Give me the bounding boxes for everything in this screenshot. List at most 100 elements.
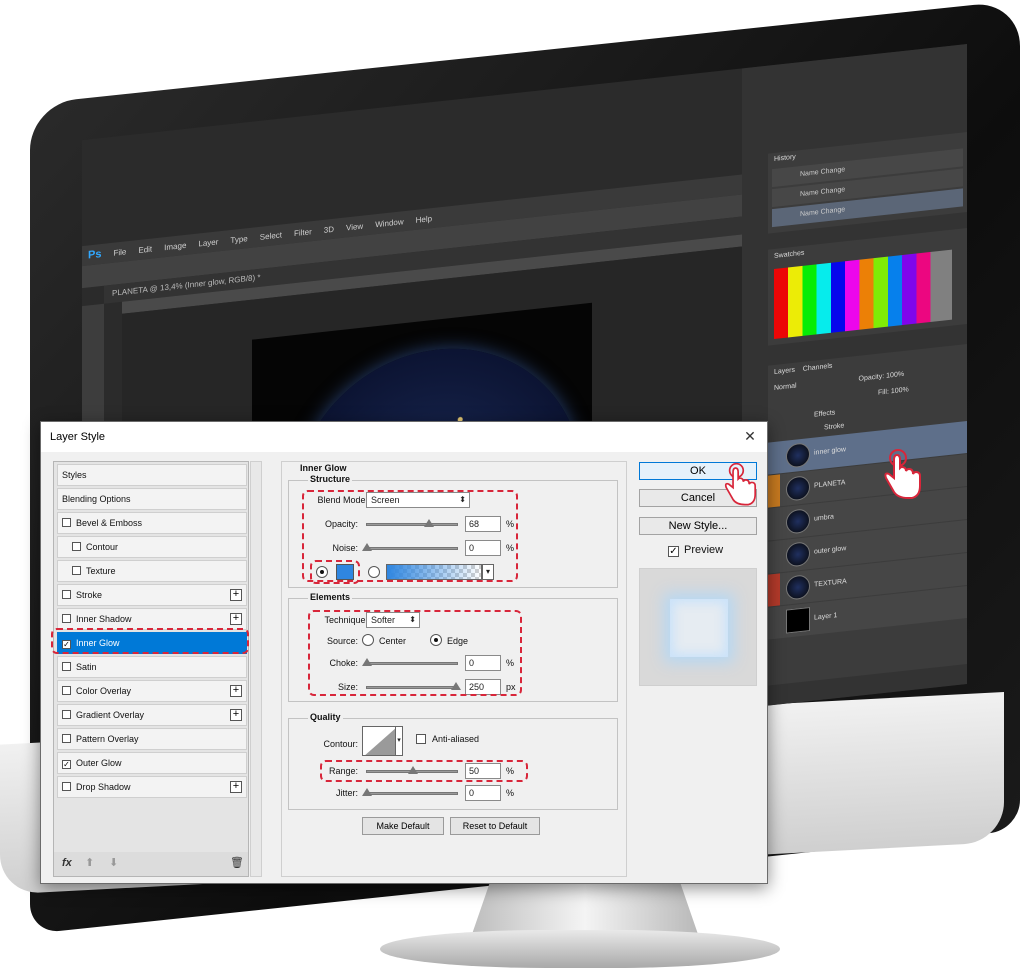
style-item-outer-glow[interactable]: ✓ Outer Glow bbox=[57, 752, 247, 774]
jitter-unit: % bbox=[506, 788, 515, 798]
make-default-button[interactable]: Make Default bbox=[362, 817, 444, 835]
preview-thumbnail bbox=[639, 568, 757, 686]
arrow-down-icon[interactable]: ⬇ bbox=[109, 856, 118, 869]
style-item-label: Outer Glow bbox=[76, 758, 122, 768]
menu-file[interactable]: File bbox=[113, 247, 126, 257]
dialog-title: Layer Style bbox=[50, 431, 106, 443]
preview-toggle[interactable]: ✓ Preview bbox=[668, 544, 723, 557]
style-list-scrollbar[interactable] bbox=[250, 461, 262, 877]
menu-filter[interactable]: Filter bbox=[294, 227, 312, 238]
jitter-slider-thumb[interactable] bbox=[362, 788, 372, 796]
contour-preview[interactable] bbox=[362, 726, 396, 756]
layer-fill[interactable]: 100% bbox=[891, 386, 909, 395]
style-item-blending-options[interactable]: Blending Options bbox=[57, 488, 247, 510]
layer-thumbnail bbox=[786, 574, 810, 601]
menu-image[interactable]: Image bbox=[164, 240, 186, 251]
menu-view[interactable]: View bbox=[346, 221, 363, 232]
preview-glow-square bbox=[670, 599, 728, 657]
style-checkbox[interactable] bbox=[62, 710, 71, 719]
new-style-button[interactable]: New Style... bbox=[639, 517, 757, 535]
style-item-label: Satin bbox=[76, 662, 97, 672]
hand-pointer-icon bbox=[884, 449, 921, 499]
style-item-label: Texture bbox=[86, 566, 116, 576]
style-item-stroke[interactable]: Stroke + bbox=[57, 584, 247, 606]
add-icon[interactable]: + bbox=[230, 709, 242, 721]
annotation-highlight bbox=[51, 628, 249, 654]
hand-pointer-icon bbox=[724, 462, 757, 506]
menu-window[interactable]: Window bbox=[375, 217, 403, 229]
trash-icon[interactable]: 🗑 bbox=[230, 856, 244, 869]
style-checkbox[interactable]: ✓ bbox=[62, 760, 71, 769]
menu-help[interactable]: Help bbox=[416, 214, 432, 225]
style-checkbox[interactable] bbox=[72, 542, 81, 551]
layer-opacity[interactable]: 100% bbox=[886, 371, 904, 380]
monitor-stand-base bbox=[380, 930, 780, 968]
style-item-bevel-emboss[interactable]: Bevel & Emboss bbox=[57, 512, 247, 534]
layer-thumbnail bbox=[786, 475, 810, 502]
layer-fill-label: Fill: bbox=[878, 388, 889, 397]
style-item-styles[interactable]: Styles bbox=[57, 464, 247, 486]
layer-name: Layer 1 bbox=[814, 612, 838, 622]
reset-default-button[interactable]: Reset to Default bbox=[450, 817, 540, 835]
close-icon[interactable]: ✕ bbox=[741, 427, 759, 445]
add-icon[interactable]: + bbox=[230, 613, 242, 625]
style-item-contour[interactable]: Contour bbox=[57, 536, 247, 558]
style-checkbox[interactable] bbox=[62, 590, 71, 599]
style-item-drop-shadow[interactable]: Drop Shadow + bbox=[57, 776, 247, 798]
anti-aliased-label: Anti-aliased bbox=[432, 734, 480, 744]
contour-label: Contour: bbox=[323, 739, 358, 749]
arrow-up-icon[interactable]: ⬆ bbox=[85, 856, 94, 869]
style-checkbox[interactable] bbox=[62, 686, 71, 695]
swatches-tab[interactable]: Swatches bbox=[774, 250, 804, 260]
style-checkbox[interactable] bbox=[62, 518, 71, 527]
style-item-inner-shadow[interactable]: Inner Shadow + bbox=[57, 608, 247, 630]
panel-title: Inner Glow bbox=[298, 463, 349, 473]
style-item-label: Gradient Overlay bbox=[76, 710, 145, 720]
layer-name: PLANETA bbox=[814, 479, 846, 490]
channels-tab[interactable]: Channels bbox=[803, 363, 833, 373]
style-checkbox[interactable] bbox=[62, 782, 71, 791]
style-item-color-overlay[interactable]: Color Overlay + bbox=[57, 680, 247, 702]
style-item-label: Color Overlay bbox=[76, 686, 132, 696]
swatch-grid[interactable] bbox=[774, 249, 952, 339]
dialog-titlebar: Layer Style ✕ bbox=[41, 422, 767, 452]
add-icon[interactable]: + bbox=[230, 589, 242, 601]
swatches-panel: Swatches bbox=[768, 228, 967, 346]
layer-name: umbra bbox=[814, 513, 834, 523]
style-checkbox[interactable] bbox=[62, 614, 71, 623]
preview-checkbox[interactable]: ✓ bbox=[668, 546, 679, 557]
style-item-gradient-overlay[interactable]: Gradient Overlay + bbox=[57, 704, 247, 726]
jitter-input[interactable]: 0 bbox=[465, 785, 501, 801]
menu-select[interactable]: Select bbox=[260, 230, 282, 241]
menu-edit[interactable]: Edit bbox=[138, 244, 152, 254]
chevron-down-icon[interactable]: ▾ bbox=[395, 726, 403, 756]
layer-name: TEXTURA bbox=[814, 578, 847, 589]
style-item-satin[interactable]: Satin bbox=[57, 656, 247, 678]
fx-icon[interactable]: fx bbox=[62, 857, 72, 869]
layers-tab[interactable]: Layers bbox=[774, 367, 795, 376]
style-item-label: Bevel & Emboss bbox=[76, 518, 143, 528]
preview-label: Preview bbox=[684, 544, 724, 556]
style-item-pattern-overlay[interactable]: Pattern Overlay bbox=[57, 728, 247, 750]
menu-layer[interactable]: Layer bbox=[198, 237, 218, 248]
style-list-footer: fx ⬆ ⬇ 🗑 bbox=[54, 852, 248, 876]
style-checkbox[interactable] bbox=[62, 734, 71, 743]
style-list: Styles Blending Options Bevel & Emboss C… bbox=[53, 461, 249, 877]
layer-name: inner glow bbox=[814, 446, 846, 457]
style-checkbox[interactable] bbox=[72, 566, 81, 575]
jitter-slider[interactable] bbox=[362, 788, 458, 796]
style-item-texture[interactable]: Texture bbox=[57, 560, 247, 582]
anti-aliased-checkbox[interactable] bbox=[416, 734, 426, 744]
structure-title: Structure bbox=[308, 474, 353, 484]
menu-type[interactable]: Type bbox=[230, 234, 247, 245]
menu-3d[interactable]: 3D bbox=[324, 224, 334, 234]
style-item-label: Blending Options bbox=[62, 494, 131, 504]
style-checkbox[interactable] bbox=[62, 662, 71, 671]
add-icon[interactable]: + bbox=[230, 781, 242, 793]
layer-blend-mode[interactable]: Normal bbox=[774, 383, 797, 392]
quality-title: Quality bbox=[308, 712, 343, 722]
add-icon[interactable]: + bbox=[230, 685, 242, 697]
style-item-label: Styles bbox=[62, 470, 87, 480]
style-item-label: Contour bbox=[86, 542, 119, 552]
annotation-elements bbox=[308, 610, 522, 696]
